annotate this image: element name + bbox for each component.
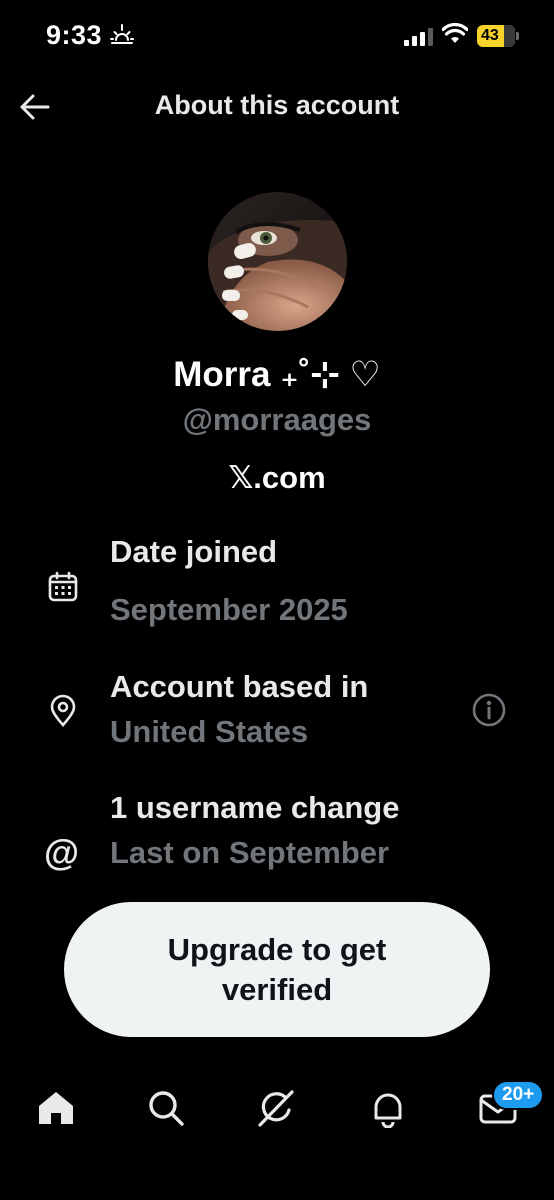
search-icon[interactable] — [146, 1088, 186, 1128]
platform-label: 𝕏.com — [228, 460, 326, 495]
home-icon[interactable] — [36, 1088, 76, 1128]
avatar — [208, 192, 347, 331]
wifi-icon — [442, 23, 468, 43]
based-in-value: United States — [110, 714, 309, 749]
calendar-icon — [48, 571, 78, 602]
based-in-title: Account based in — [110, 669, 369, 704]
avatar-image — [208, 192, 347, 331]
battery-indicator: 43 — [477, 25, 515, 47]
battery-tip — [516, 32, 519, 40]
sunrise-icon — [110, 24, 134, 44]
page-title: About this account — [154, 90, 400, 120]
username-change-title: 1 username change — [110, 790, 400, 825]
date-joined-value: September 2025 — [110, 592, 348, 627]
username-change-value: Last on September — [110, 835, 390, 870]
notifications-icon[interactable] — [368, 1088, 408, 1128]
at-sign-icon: @ — [44, 832, 80, 873]
messages-badge: 20+ — [492, 1080, 545, 1110]
username-handle: @morraages — [182, 402, 372, 437]
battery-level: 43 — [481, 27, 499, 44]
info-icon[interactable] — [472, 693, 506, 727]
status-bar: 9:33 43 — [0, 0, 554, 72]
date-joined-title: Date joined — [110, 540, 278, 569]
display-name: Morra ₊˚⊹ ♡ — [173, 355, 381, 394]
grok-icon[interactable] — [256, 1088, 296, 1128]
status-time: 9:33 — [46, 20, 103, 50]
upgrade-verified-label: Upgrade to get verified — [167, 931, 387, 1007]
date-joined-title-clip: Date joined — [0, 540, 554, 582]
location-pin-icon — [50, 694, 76, 727]
cellular-signal-icon — [404, 28, 433, 46]
upgrade-verified-button[interactable]: Upgrade to get verified — [64, 902, 490, 1037]
